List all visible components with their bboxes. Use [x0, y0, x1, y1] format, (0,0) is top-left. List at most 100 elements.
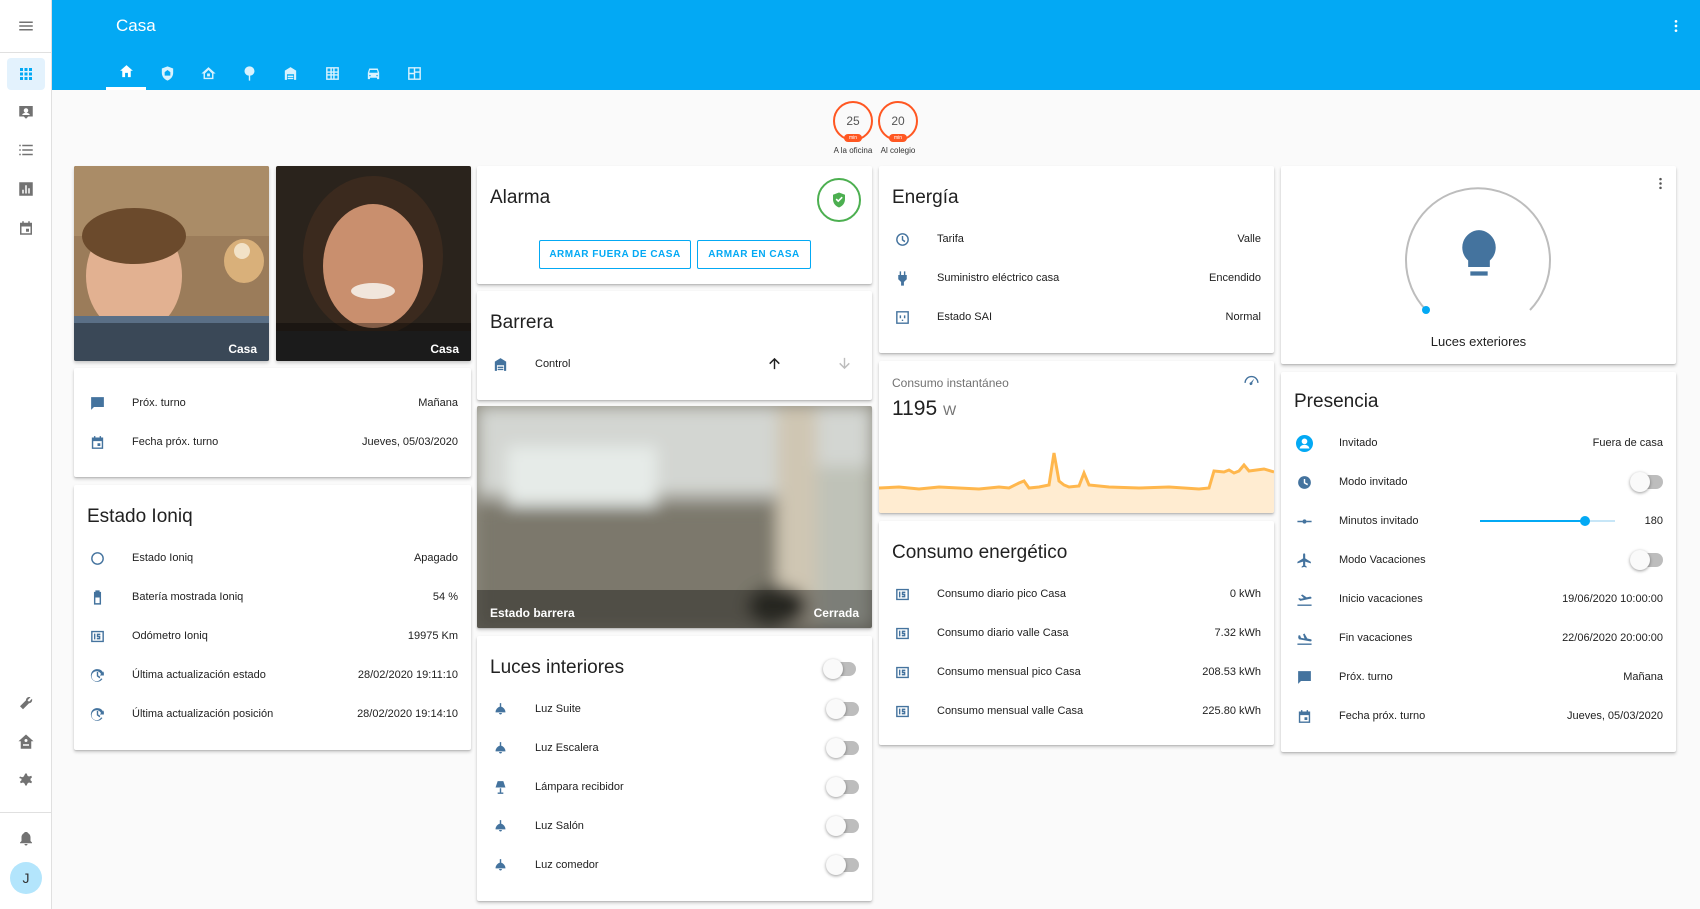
arrow-up-icon[interactable] — [766, 355, 783, 375]
card-title: Estado Ioniq — [87, 506, 193, 527]
alarm-state-badge[interactable] — [817, 178, 861, 222]
history-chart-icon[interactable] — [7, 173, 45, 205]
account-box-icon[interactable] — [7, 96, 45, 128]
person-card[interactable]: Casa — [276, 166, 471, 361]
entity-value: 28/02/2020 19:14:10 — [357, 708, 458, 720]
entity-name: Modo Vacaciones — [1339, 554, 1426, 566]
entity-row[interactable]: Consumo diario valle Casa 7.32 kWh — [879, 615, 1274, 651]
luces-interiores-card: Luces interiores Luz Suite Luz Escalera … — [477, 636, 872, 901]
avatar[interactable]: J — [10, 862, 42, 894]
tab-house[interactable] — [188, 56, 228, 90]
entity-row[interactable]: Última actualización posición 28/02/2020… — [74, 696, 471, 732]
entity-value: 0 kWh — [1229, 588, 1261, 600]
settings-icon[interactable] — [7, 765, 45, 797]
entity-row[interactable]: Próx. turno Mañana — [74, 385, 471, 421]
tab-security[interactable] — [147, 56, 187, 90]
clock-outline-icon — [892, 229, 912, 249]
light-toggle[interactable] — [826, 777, 859, 797]
entity-row[interactable]: Modo Vacaciones — [1281, 542, 1676, 578]
entity-row[interactable]: Consumo mensual valle Casa 225.80 kWh — [879, 693, 1274, 729]
entity-name: Luz Suite — [535, 703, 581, 715]
entity-value: 54 % — [432, 591, 458, 603]
sparkline — [879, 452, 1274, 513]
overview-icon[interactable] — [7, 58, 45, 90]
arm-away-button[interactable]: ARMAR FUERA DE CASA — [539, 240, 691, 269]
wrench-icon[interactable] — [7, 688, 45, 720]
entity-row[interactable]: Inicio vacaciones 19/06/2020 10:00:00 — [1281, 581, 1676, 617]
lightbulb-icon[interactable] — [1453, 216, 1505, 297]
entity-row[interactable]: Estado SAI Normal — [879, 299, 1274, 335]
person-card[interactable]: Casa — [74, 166, 269, 361]
light-toggle[interactable] — [826, 699, 859, 719]
ray-vertex-icon — [1294, 511, 1314, 531]
entity-row[interactable]: Luz Escalera — [477, 730, 872, 766]
page-title: Casa — [116, 16, 156, 35]
entity-name: Consumo diario valle Casa — [937, 627, 1069, 639]
camera-card[interactable]: Estado barrera Cerrada — [477, 406, 872, 628]
calendar-icon — [87, 432, 107, 452]
more-vert-icon[interactable] — [1666, 14, 1686, 38]
entity-row[interactable]: Invitado Fuera de casa — [1281, 425, 1676, 461]
entity-value: Jueves, 05/03/2020 — [361, 436, 458, 448]
guest-mode-toggle[interactable] — [1630, 472, 1663, 492]
entity-row[interactable]: Próx. turno Mañana — [1281, 659, 1676, 695]
ceiling-light-icon — [490, 816, 510, 836]
slider-thumb[interactable] — [1579, 516, 1590, 526]
entity-row[interactable]: Consumo mensual pico Casa 208.53 kWh — [879, 654, 1274, 690]
entity-row[interactable]: Suministro eléctrico casa Encendido — [879, 260, 1274, 296]
entity-row[interactable]: Luz Suite — [477, 691, 872, 727]
entity-row[interactable]: Modo invitado — [1281, 464, 1676, 500]
home-assistant-icon[interactable] — [7, 726, 45, 758]
entity-row[interactable]: Luz Salón — [477, 808, 872, 844]
list-icon[interactable] — [7, 134, 45, 166]
shield-check-icon — [833, 192, 845, 208]
travel-badge-label: Al colegio — [880, 146, 916, 155]
sensor-value-row: 1195 W — [892, 397, 956, 421]
travel-badge-school[interactable]: 20 min Al colegio — [878, 101, 918, 155]
travel-time-unit: min — [889, 134, 908, 142]
card-title: Consumo energético — [892, 542, 1068, 563]
entity-name: Modo invitado — [1339, 476, 1408, 488]
light-toggle[interactable] — [826, 738, 859, 758]
entity-row[interactable]: Luz comedor — [477, 847, 872, 883]
entity-name: Última actualización posición — [132, 708, 274, 720]
turno-card: Próx. turno Mañana Fecha próx. turno Jue… — [74, 368, 471, 477]
vacation-mode-toggle[interactable] — [1630, 550, 1663, 570]
calendar-icon[interactable] — [7, 212, 45, 244]
travel-badge-office[interactable]: 25 min A la oficina — [833, 101, 873, 155]
tab-car[interactable] — [353, 56, 393, 90]
tab-home[interactable] — [106, 56, 146, 90]
travel-time-value: 20 — [891, 114, 905, 128]
entity-name: Control — [535, 358, 571, 370]
counter-icon — [892, 662, 912, 682]
ceiling-light-icon — [490, 738, 510, 758]
tab-garage[interactable] — [270, 56, 310, 90]
tab-garden[interactable] — [229, 56, 269, 90]
entity-row[interactable]: Fin vacaciones 22/06/2020 20:00:00 — [1281, 620, 1676, 656]
entity-row[interactable]: Lámpara recibidor — [477, 769, 872, 805]
group-toggle[interactable] — [823, 659, 856, 679]
entity-row[interactable]: Batería mostrada Ioniq 54 % — [74, 579, 471, 615]
entity-row[interactable]: Odómetro Ioniq 19975 Km — [74, 618, 471, 654]
entity-row[interactable]: Consumo diario pico Casa 0 kWh — [879, 576, 1274, 612]
more-vert-icon[interactable] — [1653, 176, 1668, 196]
arm-home-button[interactable]: ARMAR EN CASA — [697, 240, 811, 269]
tab-floorplan[interactable] — [394, 56, 434, 90]
person-name: Casa — [74, 323, 269, 361]
tab-grid[interactable] — [312, 56, 352, 90]
light-toggle[interactable] — [826, 855, 859, 875]
camera-name: Estado barrera — [490, 606, 575, 620]
menu-icon[interactable] — [7, 10, 45, 42]
guest-minutes-slider[interactable] — [1479, 514, 1615, 528]
entity-row[interactable]: Tarifa Valle — [879, 221, 1274, 257]
entity-name: Próx. turno — [1339, 671, 1393, 683]
entity-row[interactable]: Fecha próx. turno Jueves, 05/03/2020 — [74, 424, 471, 460]
entity-row[interactable]: Última actualización estado 28/02/2020 1… — [74, 657, 471, 693]
entity-row[interactable]: Fecha próx. turno Jueves, 05/03/2020 — [1281, 698, 1676, 734]
notifications-icon[interactable] — [7, 822, 45, 854]
arrow-down-icon[interactable] — [836, 355, 853, 375]
consumo-instantaneo-card[interactable]: Consumo instantáneo 1195 W — [879, 361, 1274, 513]
entity-row[interactable]: Estado Ioniq Apagado — [74, 540, 471, 576]
entity-row[interactable]: Minutos invitado 180 — [1281, 503, 1676, 539]
light-toggle[interactable] — [826, 816, 859, 836]
